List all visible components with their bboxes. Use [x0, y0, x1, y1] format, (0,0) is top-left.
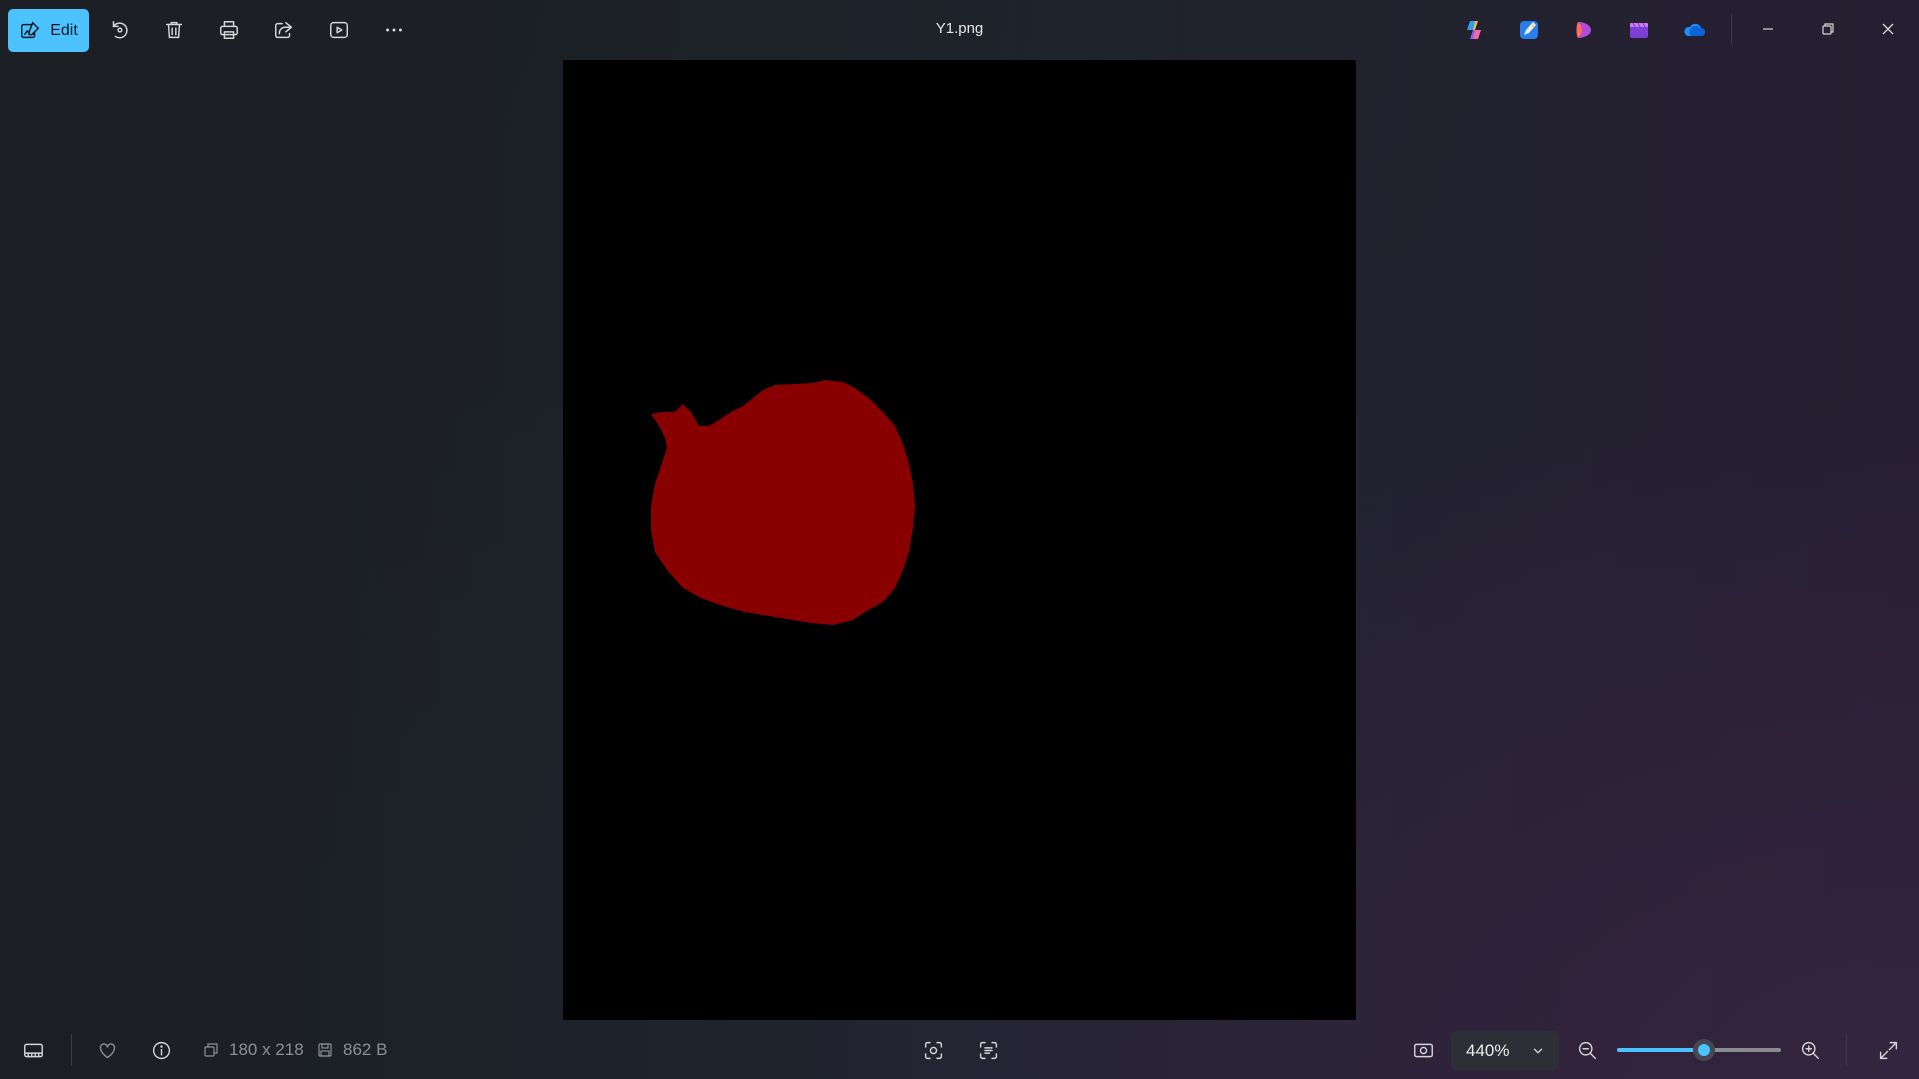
zoom-out-icon	[1578, 1041, 1596, 1059]
scan-text-icon	[979, 1041, 997, 1059]
close-icon	[1882, 23, 1894, 35]
more-icon	[386, 28, 402, 32]
printer-icon	[220, 21, 238, 39]
heart-icon	[99, 1042, 115, 1058]
video-editor-button[interactable]	[1624, 15, 1654, 45]
fit-to-window-button[interactable]	[1403, 1030, 1443, 1070]
image-dimensions: 180 x 218	[203, 1040, 304, 1060]
bottom-divider-left	[71, 1034, 72, 1066]
toolbar-divider	[1731, 14, 1732, 46]
zoom-slider-fill	[1617, 1048, 1704, 1052]
zoom-slider[interactable]	[1617, 1039, 1781, 1061]
close-button[interactable]	[1859, 0, 1917, 58]
displayed-image	[563, 60, 1356, 1020]
fullscreen-button[interactable]	[1868, 1030, 1908, 1070]
file-size-value: 862 B	[343, 1040, 388, 1059]
play-icon	[330, 21, 348, 39]
dimensions-value: 180 x 218	[229, 1040, 304, 1059]
designer-button[interactable]	[1514, 15, 1544, 45]
onedrive-button[interactable]	[1679, 15, 1709, 45]
favorite-button[interactable]	[87, 1030, 127, 1070]
print-button[interactable]	[209, 10, 249, 50]
restore-button[interactable]	[1799, 0, 1857, 58]
image-canvas[interactable]	[563, 60, 1356, 1020]
scan-text-button[interactable]	[968, 1030, 1008, 1070]
edit-image-icon	[21, 20, 40, 38]
filmstrip-toggle-button[interactable]	[13, 1030, 53, 1070]
zoom-out-button[interactable]	[1567, 1030, 1607, 1070]
bottom-toolbar: 180 x 218 862 B 440%	[0, 1020, 1919, 1079]
red-blob-shape	[651, 380, 915, 625]
filmstrip-icon	[23, 1043, 43, 1057]
file-size: 862 B	[317, 1040, 387, 1060]
info-icon	[152, 1041, 170, 1059]
share-button[interactable]	[264, 10, 304, 50]
fit-screen-icon	[1413, 1043, 1433, 1057]
file-info-button[interactable]	[141, 1030, 181, 1070]
copilot-button[interactable]	[1459, 15, 1489, 45]
zoom-in-icon	[1801, 1041, 1819, 1059]
more-options-button[interactable]	[374, 10, 414, 50]
chevron-down-icon	[1533, 1048, 1543, 1054]
visual-search-icon	[924, 1041, 942, 1059]
share-icon	[275, 21, 293, 39]
slideshow-button[interactable]	[319, 10, 359, 50]
visual-search-button[interactable]	[913, 1030, 953, 1070]
minimize-icon	[1763, 28, 1773, 30]
photos-app-window: Edit Y1.png 180 x 218 862 B 440%	[0, 0, 1919, 1079]
edit-button[interactable]: Edit	[8, 9, 89, 52]
rotate-icon	[112, 21, 128, 39]
edit-label: Edit	[50, 21, 78, 39]
zoom-level-value: 440%	[1466, 1040, 1510, 1060]
onedrive-icon	[1684, 23, 1705, 36]
bottom-divider-right	[1846, 1034, 1847, 1066]
zoom-slider-thumb[interactable]	[1692, 1039, 1715, 1061]
clipchamp-icon	[1576, 22, 1591, 38]
film-icon	[1630, 22, 1648, 38]
delete-button[interactable]	[154, 10, 194, 50]
minimize-button[interactable]	[1739, 0, 1797, 58]
restore-icon	[1822, 23, 1834, 35]
clipchamp-button[interactable]	[1569, 15, 1599, 45]
copilot-icon	[1467, 21, 1481, 39]
zoom-level-dropdown[interactable]: 440%	[1451, 1031, 1559, 1070]
zoom-in-button[interactable]	[1790, 1030, 1830, 1070]
rotate-button[interactable]	[99, 10, 139, 50]
resolution-icon	[204, 1043, 218, 1057]
designer-icon	[1520, 21, 1538, 39]
top-toolbar: Edit Y1.png	[0, 0, 1919, 60]
save-disk-icon	[318, 1043, 332, 1057]
expand-icon	[1879, 1041, 1897, 1059]
trash-icon	[165, 21, 183, 39]
